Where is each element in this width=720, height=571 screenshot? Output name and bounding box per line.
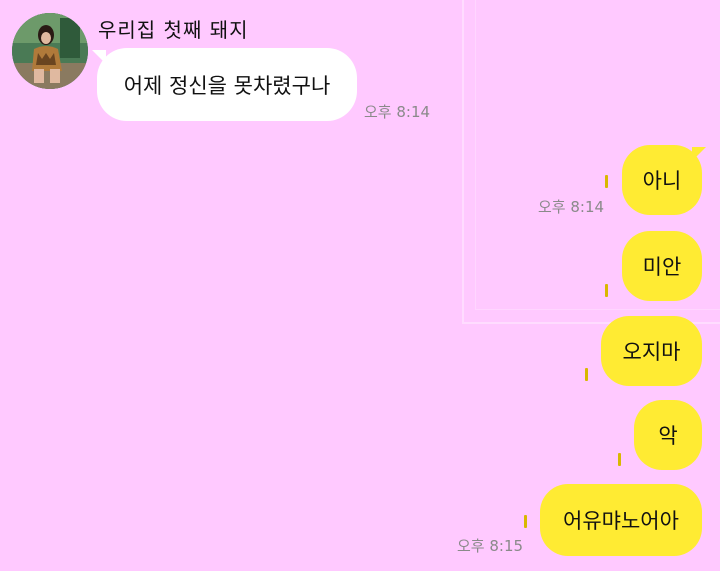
outgoing-message-time: 오후 8:14 xyxy=(538,198,605,216)
profile-photo-icon xyxy=(12,13,88,89)
outgoing-message-text: 악 xyxy=(658,424,678,448)
sender-name: 우리집 첫째 돼지 xyxy=(98,18,249,42)
incoming-message-bubble[interactable]: 어제 정신을 못차렸구나 xyxy=(97,48,357,121)
read-indicator xyxy=(605,175,608,188)
outgoing-message-text: 아니 xyxy=(642,169,682,193)
outgoing-message-bubble[interactable]: 미안 xyxy=(622,231,702,301)
outgoing-message-bubble[interactable]: 아니 xyxy=(622,145,702,215)
outgoing-message-bubble[interactable]: 오지마 xyxy=(601,316,702,386)
outgoing-message-bubble[interactable]: 악 xyxy=(634,400,702,470)
sender-avatar[interactable] xyxy=(12,13,88,89)
read-indicator xyxy=(618,453,621,466)
read-indicator xyxy=(524,515,527,528)
outgoing-message-text: 오지마 xyxy=(622,340,681,364)
outgoing-message-text: 미안 xyxy=(642,255,682,279)
outgoing-message-text: 어유먀노어아 xyxy=(563,509,679,533)
chat-room: 우리집 첫째 돼지 어제 정신을 못차렸구나 오후 8:14 아니 오후 8:1… xyxy=(0,0,720,571)
read-indicator xyxy=(585,368,588,381)
outgoing-message-time: 오후 8:15 xyxy=(457,537,524,555)
incoming-message-time: 오후 8:14 xyxy=(364,103,431,121)
outgoing-message-bubble[interactable]: 어유먀노어아 xyxy=(540,484,702,556)
read-indicator xyxy=(605,284,608,297)
incoming-message-text: 어제 정신을 못차렸구나 xyxy=(123,73,331,98)
